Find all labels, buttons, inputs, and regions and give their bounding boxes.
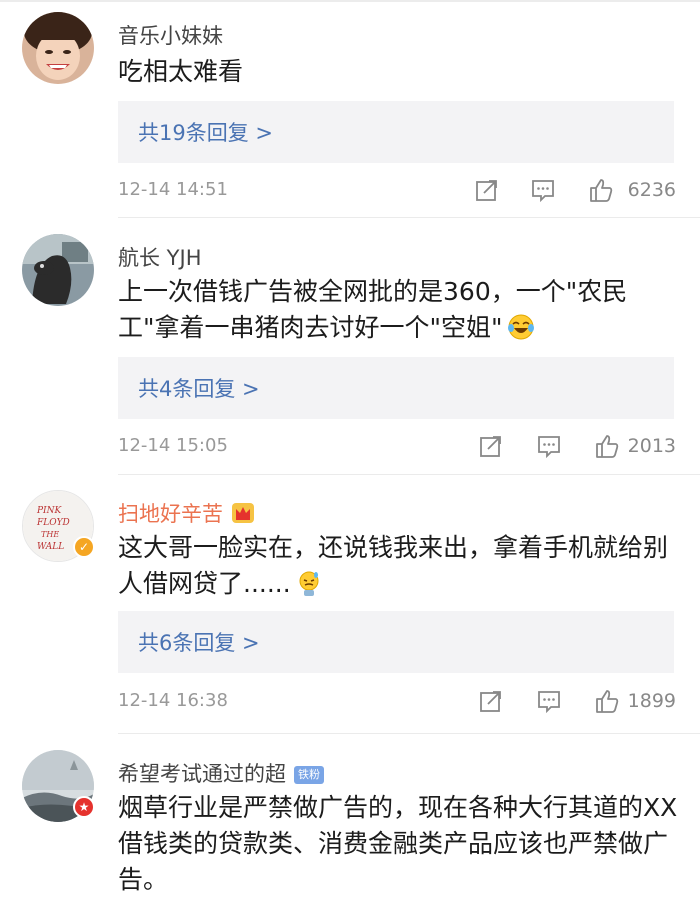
share-icon[interactable]: [478, 688, 504, 714]
replies-link[interactable]: 共19条回复 >: [118, 101, 674, 163]
like-icon[interactable]: [594, 433, 620, 459]
comment-icon[interactable]: [536, 688, 562, 714]
comment-meta: 12-14 14:51 6236: [118, 175, 678, 205]
comment-text: 这大哥一脸实在，还说钱我来出，拿着手机就给别人借网贷了......: [118, 530, 686, 602]
comment-text-content: 上一次借钱广告被全网批的是360，一个"农民工"拿着一串猪肉去讨好一个"空姐": [118, 277, 628, 342]
divider: [118, 474, 700, 475]
username-text: 扫地好辛苦: [118, 502, 223, 526]
replies-link[interactable]: 共6条回复 >: [118, 611, 674, 673]
divider: [118, 217, 700, 218]
like-count: 6236: [627, 179, 676, 201]
svg-text:PINK: PINK: [36, 506, 62, 516]
verified-badge: ✓: [73, 536, 95, 558]
top-divider: [0, 0, 700, 2]
username-text: 希望考试通过的超: [118, 762, 286, 786]
share-icon[interactable]: [474, 177, 500, 203]
avatar[interactable]: [22, 12, 94, 84]
username[interactable]: 航长 YJH: [118, 242, 202, 272]
username[interactable]: 希望考试通过的超 铁粉: [118, 758, 324, 788]
crown-icon: [232, 503, 254, 523]
comment-icon[interactable]: [530, 177, 556, 203]
comment-text-content: 这大哥一脸实在，还说钱我来出，拿着手机就给别人借网贷了......: [118, 533, 669, 598]
like-count: 2013: [627, 435, 676, 457]
divider: [118, 733, 700, 734]
avatar[interactable]: [22, 234, 94, 306]
timestamp: 12-14 15:05: [118, 435, 228, 456]
comment-text: 吃相太难看: [118, 57, 244, 86]
share-icon[interactable]: [478, 433, 504, 459]
timestamp: 12-14 14:51: [118, 179, 228, 200]
timestamp: 12-14 16:38: [118, 690, 228, 711]
username[interactable]: 扫地好辛苦: [118, 498, 255, 528]
comment-text: 烟草行业是严禁做广告的，现在各种大行其道的XX借钱类的贷款类、消费金融类产品应该…: [118, 793, 678, 894]
sweat-emoji: [299, 571, 319, 596]
svg-text:WALL: WALL: [37, 542, 64, 552]
comment-text: 上一次借钱广告被全网批的是360，一个"农民工"拿着一串猪肉去讨好一个"空姐": [118, 274, 686, 346]
like-count: 1899: [627, 690, 676, 712]
laugh-cry-emoji: [507, 314, 534, 340]
comment-meta: 12-14 16:38 1899: [118, 686, 678, 716]
svg-text:THE: THE: [41, 530, 59, 539]
like-icon[interactable]: [594, 688, 620, 714]
svg-text:FLOYD: FLOYD: [36, 518, 70, 528]
replies-link[interactable]: 共4条回复 >: [118, 357, 674, 419]
comment-icon[interactable]: [536, 433, 562, 459]
fan-badge: 铁粉: [294, 766, 324, 784]
username[interactable]: 音乐小妹妹: [118, 20, 223, 50]
comment-meta: 12-14 15:05 2013: [118, 431, 678, 461]
like-icon[interactable]: [588, 177, 614, 203]
star-badge: ★: [73, 796, 95, 818]
